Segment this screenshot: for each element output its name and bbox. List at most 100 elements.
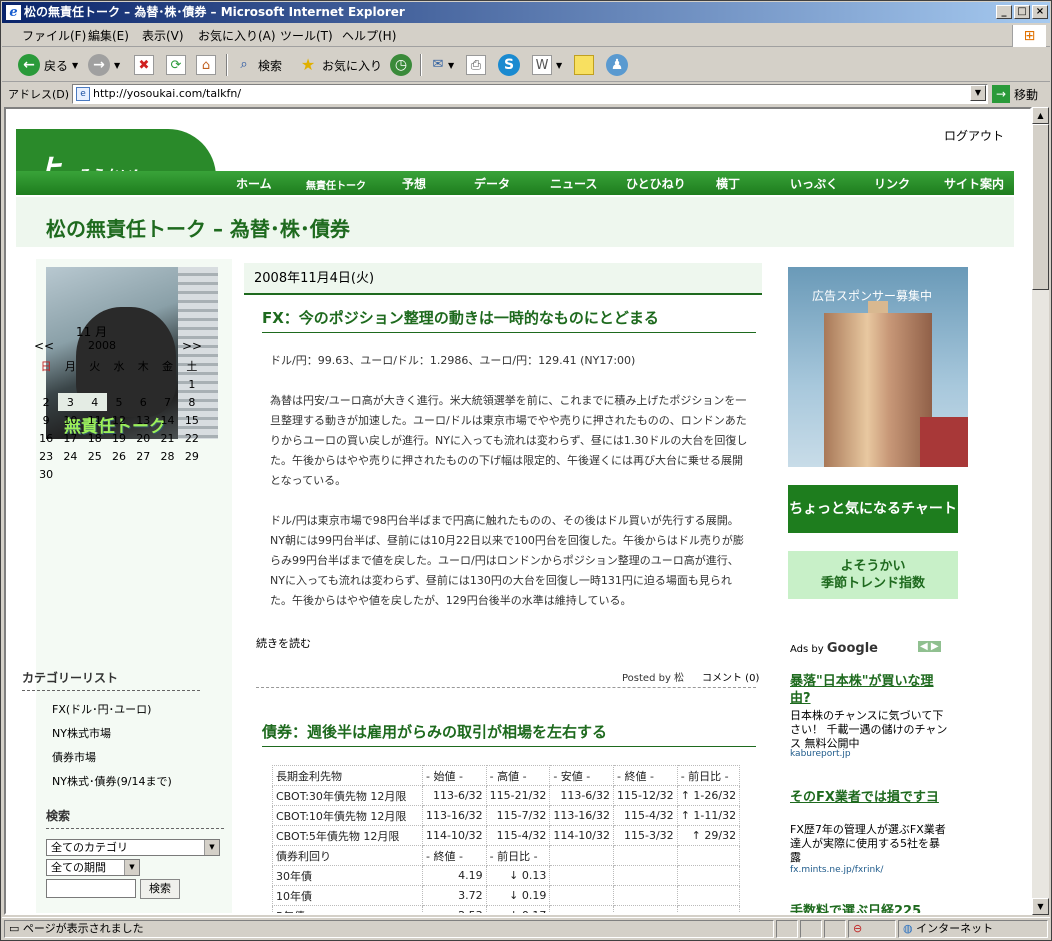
nav-data[interactable]: データ — [474, 175, 510, 192]
calendar-day[interactable]: 27 — [131, 447, 155, 465]
calendar-day[interactable]: 13 — [131, 411, 155, 429]
category-select[interactable]: 全てのカテゴリ ▼ — [46, 839, 220, 856]
nav-ippuku[interactable]: いっぷく — [790, 175, 838, 192]
address-dropdown[interactable]: ▼ — [970, 85, 986, 101]
calendar-day[interactable]: 2 — [34, 393, 58, 411]
calendar-day[interactable]: 24 — [58, 447, 82, 465]
menu-view[interactable]: 表示(V) — [142, 28, 184, 44]
go-button[interactable]: → 移動 — [992, 84, 1038, 104]
blog-title[interactable]: 松の無責任トーク – 為替･株･債券 — [46, 213, 350, 242]
nav-site-guide[interactable]: サイト案内 — [944, 175, 1004, 192]
post2-title[interactable]: 債券：週後半は雇用がらみの取引が相場を左右する — [262, 721, 756, 747]
calendar-day[interactable]: 6 — [131, 393, 155, 411]
calendar-day[interactable]: 23 — [34, 447, 58, 465]
calendar-day[interactable]: 19 — [107, 429, 131, 447]
scroll-down-button[interactable]: ▼ — [1032, 898, 1049, 915]
calendar-next-link[interactable]: >> — [182, 339, 202, 353]
stop-button[interactable]: ✖ — [134, 53, 154, 77]
calendar-day[interactable]: 5 — [107, 393, 131, 411]
category-bonds[interactable]: 債券市場 — [52, 749, 96, 765]
category-fx[interactable]: FX(ドル･円･ユーロ) — [52, 701, 151, 717]
mail-button[interactable]: ✉ ▼ — [428, 53, 455, 77]
vertical-scrollbar[interactable]: ▲ ▼ — [1032, 107, 1049, 915]
ad1-url[interactable]: kabureport.jp — [790, 749, 851, 759]
logout-link[interactable]: ログアウト — [944, 127, 1004, 144]
ad2-title[interactable]: そのFX業者では損ですヨ — [790, 789, 950, 806]
table-cell: CBOT:30年債先物 12月限 — [272, 785, 423, 806]
ad2-url[interactable]: fx.mints.ne.jp/fxrink/ — [790, 865, 883, 875]
address-input[interactable]: e http://yosoukai.com/talkfn/ — [72, 84, 988, 104]
calendar-day[interactable]: 7 — [155, 393, 179, 411]
calendar-day[interactable]: 28 — [155, 447, 179, 465]
calendar-day[interactable]: 8 — [180, 393, 204, 411]
calendar-day[interactable]: 12 — [107, 411, 131, 429]
nav-links[interactable]: リンク — [874, 175, 910, 192]
category-ny-stocks[interactable]: NY株式市場 — [52, 725, 111, 741]
menu-edit[interactable]: 編集(E) — [88, 28, 129, 44]
calendar-day[interactable]: 3 — [58, 393, 83, 411]
comments-link[interactable]: コメント (0) — [702, 669, 759, 684]
menu-favorites[interactable]: お気に入り(A) — [198, 28, 276, 44]
menu-help[interactable]: ヘルプ(H) — [342, 28, 396, 44]
menu-file[interactable]: ファイル(F) — [22, 28, 86, 44]
calendar-prev-link[interactable]: << — [34, 339, 54, 353]
minimize-button[interactable]: _ — [996, 5, 1012, 19]
search-input[interactable] — [46, 879, 136, 898]
ad1-title[interactable]: 暴落"日本株"が買いな理由? — [790, 673, 950, 707]
calendar-day[interactable]: 17 — [58, 429, 82, 447]
calendar-day[interactable]: 25 — [83, 447, 107, 465]
table-cell: 10年債 — [272, 885, 423, 906]
calendar-day[interactable]: 10 — [58, 411, 82, 429]
ad3-title[interactable]: 手数料で選ぶ日経225 — [790, 903, 950, 913]
forward-button[interactable]: → ▼ — [88, 53, 120, 77]
calendar-day[interactable]: 26 — [107, 447, 131, 465]
scroll-up-button[interactable]: ▲ — [1032, 107, 1049, 124]
calendar-day[interactable]: 15 — [180, 411, 204, 429]
messenger-button[interactable]: S — [498, 53, 520, 77]
calendar-day[interactable]: 11 — [83, 411, 107, 429]
notes-button[interactable] — [574, 53, 594, 77]
posted-by: Posted by 松 — [622, 673, 685, 684]
chevron-down-icon: ▼ — [448, 60, 455, 70]
trend-banner-button[interactable]: よそうかい 季節トレンド指数 — [788, 551, 958, 599]
favorites-button[interactable]: ★ お気に入り — [298, 53, 382, 77]
maximize-button[interactable]: □ — [1014, 5, 1030, 19]
read-more-link[interactable]: 続きを読む — [256, 635, 311, 651]
post1-title[interactable]: FX：今のポジション整理の動きは一時的なものにとどまる — [262, 307, 756, 333]
calendar-day[interactable]: 14 — [155, 411, 179, 429]
calendar-day[interactable]: 21 — [155, 429, 179, 447]
nav-news[interactable]: ニュース — [550, 175, 597, 192]
calendar-day[interactable]: 29 — [180, 447, 204, 465]
nav-hitohineri[interactable]: ひとひねり — [626, 175, 686, 192]
home-button[interactable]: ⌂ — [196, 53, 216, 77]
nav-forecast[interactable]: 予想 — [402, 175, 426, 192]
calendar-day[interactable]: 9 — [34, 411, 58, 429]
search-submit-button[interactable]: 検索 — [140, 879, 180, 899]
history-button[interactable]: ◷ — [390, 53, 412, 77]
star-icon: ★ — [300, 55, 316, 74]
calendar-day[interactable]: 18 — [83, 429, 107, 447]
search-button[interactable]: ⌕ 検索 — [234, 53, 282, 77]
nav-yokocho[interactable]: 横丁 — [716, 175, 740, 192]
category-ny-stocks-bonds[interactable]: NY株式･債券(9/14まで) — [52, 773, 172, 789]
edit-button[interactable]: W ▼ — [532, 53, 562, 77]
nav-talk[interactable]: 無責任トーク — [306, 177, 366, 192]
print-button[interactable]: ⎙ — [466, 53, 486, 77]
calendar-day[interactable]: 20 — [131, 429, 155, 447]
period-select[interactable]: 全ての期間 ▼ — [46, 859, 140, 876]
calendar-day[interactable]: 30 — [34, 465, 58, 483]
calendar-day[interactable]: 4 — [82, 393, 107, 411]
close-button[interactable]: × — [1032, 5, 1048, 19]
scroll-thumb[interactable] — [1032, 124, 1049, 290]
calendar-day[interactable]: 16 — [34, 429, 58, 447]
nav-home[interactable]: ホーム — [236, 175, 272, 192]
ad-nav-arrows[interactable]: ◀ ▶ — [918, 641, 941, 652]
table-cell: ↓ 0.19 — [485, 885, 551, 906]
research-button[interactable]: ♟ — [606, 53, 628, 77]
refresh-button[interactable]: ⟳ — [166, 53, 186, 77]
chart-banner-button[interactable]: ちょっと気になるチャート — [788, 485, 958, 533]
back-button[interactable]: ← 戻る ▼ — [18, 53, 78, 77]
calendar-day[interactable]: 22 — [180, 429, 204, 447]
menu-tools[interactable]: ツール(T) — [280, 28, 333, 44]
calendar-day[interactable]: 1 — [180, 375, 204, 393]
